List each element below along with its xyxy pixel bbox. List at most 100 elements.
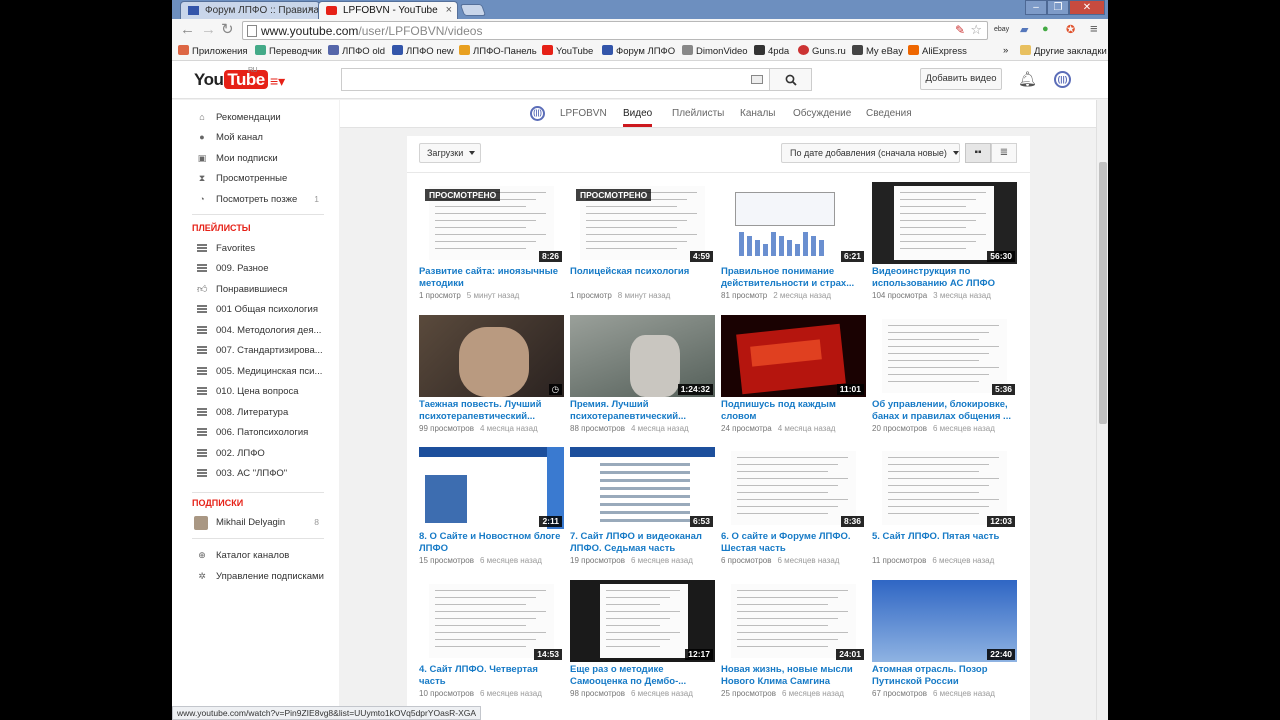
- video-card[interactable]: 2:11 8. О Сайте и Новостном блоге ЛПФО 15 …: [419, 447, 564, 572]
- bookmark-dimonvideo[interactable]: DimonVideo: [682, 45, 748, 57]
- scrollbar-thumb[interactable]: [1099, 162, 1107, 424]
- video-title[interactable]: Развитие сайта: иноязычные методики: [419, 266, 564, 290]
- guide-subscription-item[interactable]: Mikhail Delyagin 8: [172, 514, 339, 532]
- translate-icon[interactable]: ✎: [955, 23, 965, 37]
- bookmark-lpfo-new[interactable]: ЛПФО new: [392, 45, 454, 57]
- video-thumbnail[interactable]: 11:01: [721, 315, 866, 397]
- video-title[interactable]: Подпишусь под каждым словом: [721, 399, 866, 423]
- guide-playlist-item[interactable]: 006. Патопсихология: [172, 424, 339, 442]
- ebay-extension-icon[interactable]: ebay: [994, 26, 1009, 33]
- video-title[interactable]: Правильное понимание действительности и …: [721, 266, 866, 290]
- video-card[interactable]: 5:36 Об управлении, блокировке, банах и п…: [872, 315, 1017, 440]
- guide-playlist-item[interactable]: 008. Литература: [172, 404, 339, 422]
- video-title[interactable]: 5. Сайт ЛПФО. Пятая часть: [872, 531, 1017, 543]
- uploads-dropdown[interactable]: Загрузки: [419, 143, 481, 163]
- playlists-heading[interactable]: ПЛЕЙЛИСТЫ: [192, 223, 251, 233]
- bookmark-other[interactable]: Другие закладки: [1020, 45, 1107, 57]
- new-tab-button[interactable]: [459, 4, 487, 16]
- video-thumbnail[interactable]: 22:40: [872, 580, 1017, 662]
- guide-playlist-item[interactable]: 010. Цена вопроса: [172, 383, 339, 401]
- menu-icon[interactable]: ≡: [1090, 21, 1098, 36]
- video-thumbnail[interactable]: ◷: [419, 315, 564, 397]
- tab-discussion[interactable]: Обсуждение: [793, 108, 851, 119]
- guide-playlist-item[interactable]: 👍︎ Понравившиеся: [172, 281, 339, 299]
- notifications-bell-icon[interactable]: 🔔︎: [1018, 70, 1037, 88]
- bookmark-translator[interactable]: Переводчик: [255, 45, 322, 57]
- video-card[interactable]: ◷ Таежная повесть. Лучший психотерапевтич…: [419, 315, 564, 440]
- tab-youtube[interactable]: LPFOBVN - YouTube ×: [318, 1, 458, 19]
- guide-playlist-item[interactable]: 007. Стандартизирова...: [172, 342, 339, 360]
- video-card[interactable]: 56:30 Видеоинструкция по использованию АС…: [872, 182, 1017, 307]
- bookmarks-overflow[interactable]: »: [1003, 45, 1008, 56]
- guide-playlist-item[interactable]: 009. Разное: [172, 260, 339, 278]
- video-title[interactable]: Об управлении, блокировке, банах и прави…: [872, 399, 1017, 423]
- video-title[interactable]: Таежная повесть. Лучший психотерапевтиче…: [419, 399, 564, 423]
- guide-playlist-item[interactable]: 001 Общая психология: [172, 301, 339, 319]
- video-thumbnail[interactable]: 8:36: [721, 447, 866, 529]
- address-bar[interactable]: www.youtube.com/user/LPFOBVN/videos ✎ ☆: [242, 21, 988, 40]
- bookmark-lpfo-old[interactable]: ЛПФО old: [328, 45, 385, 57]
- video-title[interactable]: 4. Сайт ЛПФО. Четвертая часть: [419, 664, 564, 688]
- account-avatar-icon[interactable]: (||): [1054, 71, 1071, 88]
- video-card[interactable]: ПРОСМОТРЕНО 4:59 Полицейская психология 1 п…: [570, 182, 715, 307]
- watch-later-clock-icon[interactable]: ◷: [548, 384, 562, 395]
- guide-item-my-channel[interactable]: ● Мой канал: [172, 129, 339, 147]
- red-extension-icon[interactable]: ✪: [1066, 23, 1075, 36]
- bookmark-my-ebay[interactable]: My eBay: [852, 45, 903, 57]
- video-card[interactable]: 11:01 Подпишусь под каждым словом 24 просм…: [721, 315, 866, 440]
- video-thumbnail[interactable]: 5:36: [872, 315, 1017, 397]
- video-title[interactable]: Еще раз о методике Самооценка по Дембо-.…: [570, 664, 715, 688]
- tab-about[interactable]: Сведения: [866, 108, 912, 119]
- youtube-logo[interactable]: You Tube RU: [194, 67, 268, 90]
- guide-playlist-item[interactable]: 003. АС "ЛПФО": [172, 465, 339, 483]
- video-title[interactable]: Премия. Лучший психотерапевтический...: [570, 399, 715, 423]
- video-card[interactable]: ПРОСМОТРЕНО 8:26 Развитие сайта: иноязычны…: [419, 182, 564, 307]
- bookmark-gunsru[interactable]: Guns.ru: [798, 45, 846, 57]
- video-card[interactable]: 12:17 Еще раз о методике Самооценка по Де…: [570, 580, 715, 705]
- sort-dropdown[interactable]: По дате добавления (сначала новые): [781, 143, 960, 163]
- video-card[interactable]: 24:01 Новая жизнь, новые мысли Нового Кли…: [721, 580, 866, 705]
- video-title[interactable]: 7. Сайт ЛПФО и видеоканал ЛПФО. Седьмая …: [570, 531, 715, 555]
- video-card[interactable]: 1:24:32 Премия. Лучший психотерапевтическ…: [570, 315, 715, 440]
- guide-playlist-item[interactable]: Favorites: [172, 240, 339, 258]
- video-thumbnail[interactable]: 6:21: [721, 182, 866, 264]
- video-title[interactable]: Видеоинструкция по использованию АС ЛПФО: [872, 266, 1017, 290]
- video-thumbnail[interactable]: 12:03: [872, 447, 1017, 529]
- bookmark-aliexpress[interactable]: AliExpress: [908, 45, 967, 57]
- guide-item-manage-subscriptions[interactable]: ✲ Управление подписками: [172, 568, 339, 586]
- close-window-button[interactable]: ✕: [1069, 0, 1105, 15]
- tab-playlists[interactable]: Плейлисты: [672, 108, 724, 119]
- add-video-button[interactable]: Добавить видео: [920, 68, 1002, 90]
- subscriptions-heading[interactable]: ПОДПИСКИ: [192, 498, 243, 508]
- scrollbar[interactable]: [1096, 100, 1108, 720]
- guide-item-channel-catalog[interactable]: ⊕ Каталог каналов: [172, 547, 339, 565]
- forward-arrow-icon[interactable]: →: [201, 22, 216, 38]
- video-card[interactable]: 6:21 Правильное понимание действительност…: [721, 182, 866, 307]
- bookmark-forum[interactable]: Форум ЛПФО: [602, 45, 675, 57]
- guide-item-recommendations[interactable]: ⌂ Рекомендации: [172, 109, 339, 127]
- green-extension-icon[interactable]: ●: [1042, 23, 1049, 35]
- guide-playlist-item[interactable]: 004. Методология дея...: [172, 322, 339, 340]
- bookmark-4pda[interactable]: 4pda: [754, 45, 789, 57]
- video-card[interactable]: 6:53 7. Сайт ЛПФО и видеоканал ЛПФО. Седь…: [570, 447, 715, 572]
- video-thumbnail[interactable]: ПРОСМОТРЕНО 8:26: [419, 182, 564, 264]
- video-title[interactable]: Полицейская психология: [570, 266, 715, 278]
- bookmark-star-icon[interactable]: ☆: [970, 22, 982, 38]
- close-tab-icon[interactable]: ×: [308, 4, 314, 16]
- grid-view-button[interactable]: ▪▪: [965, 143, 991, 163]
- video-thumbnail[interactable]: 12:17: [570, 580, 715, 662]
- bookmark-lpfo-panel[interactable]: ЛПФО-Панель: [459, 45, 537, 57]
- video-card[interactable]: 8:36 6. О сайте и Форуме ЛПФО. Шестая час…: [721, 447, 866, 572]
- video-thumbnail[interactable]: 1:24:32: [570, 315, 715, 397]
- video-title[interactable]: 6. О сайте и Форуме ЛПФО. Шестая часть: [721, 531, 866, 555]
- video-thumbnail[interactable]: 24:01: [721, 580, 866, 662]
- reload-icon[interactable]: ↻: [221, 22, 234, 38]
- extension-icon[interactable]: ▰: [1020, 23, 1028, 36]
- video-thumbnail[interactable]: 14:53: [419, 580, 564, 662]
- bookmark-youtube[interactable]: YouTube: [542, 45, 593, 57]
- back-arrow-icon[interactable]: ←: [180, 22, 195, 38]
- tab-videos[interactable]: Видео: [623, 108, 653, 127]
- video-thumbnail[interactable]: 2:11: [419, 447, 564, 529]
- video-card[interactable]: 14:53 4. Сайт ЛПФО. Четвертая часть 10 про…: [419, 580, 564, 705]
- video-title[interactable]: Атомная отрасль. Позор Путинской России: [872, 664, 1017, 688]
